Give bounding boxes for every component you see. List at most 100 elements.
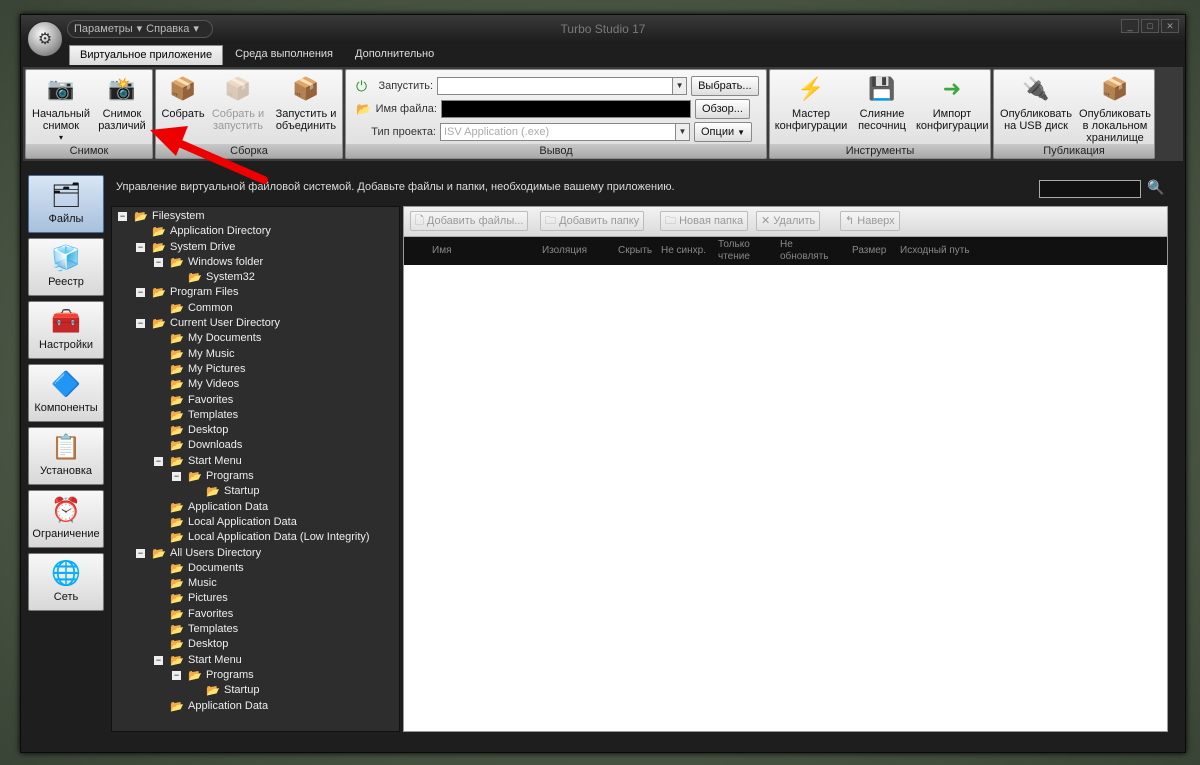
delete-button[interactable]: ✕ Удалить bbox=[756, 211, 821, 231]
tab-advanced[interactable]: Дополнительно bbox=[345, 45, 444, 65]
import-config-button[interactable]: ➜ Импорт конфигурации bbox=[916, 74, 989, 133]
search-icon[interactable]: 🔍 bbox=[1147, 179, 1164, 196]
options-button[interactable]: Опции ▼ bbox=[694, 122, 753, 142]
tree-node[interactable]: − 📂 Programs bbox=[112, 469, 399, 484]
tree-node[interactable]: − 📂 Current User Directory bbox=[112, 316, 399, 331]
publish-usb-button[interactable]: 🔌 Опубликовать на USB диск bbox=[998, 74, 1074, 133]
tab-virtual-app[interactable]: Виртуальное приложение bbox=[69, 45, 224, 65]
nav-registry[interactable]: 🧊 Реестр bbox=[28, 238, 104, 296]
config-wizard-button[interactable]: ⚡ Мастер конфигурации bbox=[774, 74, 848, 133]
tree-node-label: Documents bbox=[188, 561, 244, 574]
tree-node[interactable]: 📂 Music bbox=[112, 576, 399, 591]
collapse-toggle-icon[interactable]: − bbox=[154, 257, 163, 267]
nav-network[interactable]: 🌐 Сеть bbox=[28, 553, 104, 611]
add-files-button[interactable]: 🗋 Добавить файлы... bbox=[410, 211, 529, 231]
collapse-toggle-icon[interactable]: − bbox=[154, 456, 163, 466]
tree-node[interactable]: 📂 Desktop bbox=[112, 637, 399, 652]
nav-components[interactable]: 🔷 Компоненты bbox=[28, 364, 104, 422]
tree-node[interactable]: 📂 Startup bbox=[112, 484, 399, 499]
collapse-toggle-icon[interactable]: − bbox=[136, 319, 145, 329]
tree-node[interactable]: − 📂 Programs bbox=[112, 668, 399, 683]
tree-node[interactable]: 📂 System32 bbox=[112, 270, 399, 285]
collapse-toggle-icon[interactable]: − bbox=[136, 242, 145, 252]
tree-node[interactable]: 📂 Templates bbox=[112, 622, 399, 637]
tree-node-label: Favorites bbox=[188, 393, 234, 406]
tree-node[interactable]: 📂 My Music bbox=[112, 347, 399, 362]
column-hide[interactable]: Скрыть bbox=[618, 245, 652, 257]
tree-node[interactable]: 📂 Startup bbox=[112, 683, 399, 698]
collapse-toggle-icon[interactable]: − bbox=[136, 288, 145, 298]
tree-node[interactable]: − 📂 Program Files bbox=[112, 285, 399, 300]
help-menu[interactable]: Справка bbox=[146, 21, 189, 37]
browse-button[interactable]: Обзор... bbox=[694, 99, 750, 119]
params-menu[interactable]: Параметры bbox=[74, 21, 133, 37]
column-no-update[interactable]: Не обновлять bbox=[780, 239, 836, 263]
tree-node[interactable]: 📂 Favorites bbox=[112, 607, 399, 622]
close-button[interactable]: ✕ bbox=[1161, 19, 1179, 33]
initial-snapshot-button[interactable]: 📷 Начальный снимок ▾ bbox=[30, 74, 92, 144]
column-isolation[interactable]: Изоляция bbox=[542, 245, 587, 257]
tree-node[interactable]: 📂 Application Data bbox=[112, 699, 399, 714]
tree-node[interactable]: 📂 My Videos bbox=[112, 377, 399, 392]
new-folder-button[interactable]: 🗀 Новая папка bbox=[660, 211, 749, 231]
publish-local-button[interactable]: 📦 Опубликовать в локальном хранилище bbox=[1076, 74, 1154, 145]
tree-node[interactable]: 📂 Pictures bbox=[112, 591, 399, 606]
tree-node[interactable]: 📂 My Documents bbox=[112, 331, 399, 346]
tree-node[interactable]: 📂 Application Data bbox=[112, 500, 399, 515]
tree-node[interactable]: 📂 Favorites bbox=[112, 393, 399, 408]
tree-node[interactable]: 📂 Templates bbox=[112, 408, 399, 423]
collapse-toggle-icon[interactable]: − bbox=[154, 655, 163, 665]
tree-node[interactable]: 📂 My Pictures bbox=[112, 362, 399, 377]
search-input[interactable] bbox=[1039, 180, 1141, 198]
nav-settings[interactable]: 🧰 Настройки bbox=[28, 301, 104, 359]
tree-node[interactable]: 📂 Local Application Data bbox=[112, 515, 399, 530]
tree-node[interactable]: 📂 Documents bbox=[112, 561, 399, 576]
tree-node[interactable]: 📂 Downloads bbox=[112, 438, 399, 453]
run-merge-button[interactable]: 📦 Запустить и объединить bbox=[270, 74, 342, 133]
minimize-button[interactable]: _ bbox=[1121, 19, 1139, 33]
tree-node[interactable]: − 📂 System Drive bbox=[112, 240, 399, 255]
tree-node[interactable]: − 📂 Start Menu bbox=[112, 454, 399, 469]
folder-icon: 📂 bbox=[152, 226, 166, 239]
folder-icon: 📂 bbox=[170, 394, 184, 407]
run-combo[interactable]: ▼ bbox=[437, 77, 688, 95]
nav-install[interactable]: 📋 Установка bbox=[28, 427, 104, 485]
column-size[interactable]: Размер bbox=[852, 245, 886, 257]
tree-node[interactable]: 📂 Desktop bbox=[112, 423, 399, 438]
folder-icon: 📂 bbox=[170, 425, 184, 438]
tree-node-label: All Users Directory bbox=[170, 546, 262, 559]
diff-snapshot-button[interactable]: 📸 Снимок различий bbox=[92, 74, 152, 133]
tree-node[interactable]: 📂 Application Directory bbox=[112, 224, 399, 239]
nav-restrictions[interactable]: ⏰ Ограничение bbox=[28, 490, 104, 548]
tree-node-label: Pictures bbox=[188, 592, 228, 605]
collapse-toggle-icon[interactable]: − bbox=[172, 472, 181, 482]
select-button[interactable]: Выбрать... bbox=[691, 76, 759, 96]
collapse-toggle-icon[interactable]: − bbox=[172, 670, 181, 680]
app-orb-button[interactable]: ⚙ bbox=[27, 21, 63, 57]
add-folder-button[interactable]: 🗀 Добавить папку bbox=[540, 211, 645, 231]
column-no-sync[interactable]: Не синхр. bbox=[661, 245, 706, 257]
column-read-only[interactable]: Только чтение bbox=[718, 239, 762, 263]
file-name-input[interactable] bbox=[440, 100, 691, 118]
collapse-toggle-icon[interactable]: − bbox=[118, 212, 127, 221]
left-nav: 🗂 Файлы 🧊 Реестр 🧰 Настройки 🔷 Компоненты 📋 У… bbox=[25, 175, 107, 745]
tree-node[interactable]: − 📂 Start Menu bbox=[112, 653, 399, 668]
tree-node[interactable]: − 📂 All Users Directory bbox=[112, 546, 399, 561]
build-button[interactable]: 📦 Собрать bbox=[160, 74, 206, 121]
power-icon: ⏻ bbox=[356, 77, 368, 94]
group-label: Инструменты bbox=[770, 144, 990, 158]
nav-files[interactable]: 🗂 Файлы bbox=[28, 175, 104, 233]
build-run-button[interactable]: 📦 Собрать и запустить bbox=[208, 74, 268, 133]
tree-node[interactable]: − 📂 Filesystem bbox=[112, 209, 399, 224]
column-source-path[interactable]: Исходный путь bbox=[900, 245, 970, 257]
maximize-button[interactable]: □ bbox=[1141, 19, 1159, 33]
collapse-toggle-icon[interactable]: − bbox=[136, 548, 145, 558]
tab-runtime[interactable]: Среда выполнения bbox=[225, 45, 343, 65]
tree-node[interactable]: 📂 Local Application Data (Low Integrity) bbox=[112, 530, 399, 545]
merge-sandbox-button[interactable]: 💾 Слияние песочниц bbox=[850, 74, 914, 133]
tree-node[interactable]: 📂 Common bbox=[112, 301, 399, 316]
tree-node[interactable]: − 📂 Windows folder bbox=[112, 255, 399, 270]
up-button[interactable]: ↰ Наверх bbox=[840, 211, 900, 231]
column-name[interactable]: Имя bbox=[432, 245, 451, 257]
project-type-combo[interactable]: ISV Application (.exe) ▼ bbox=[440, 123, 690, 141]
